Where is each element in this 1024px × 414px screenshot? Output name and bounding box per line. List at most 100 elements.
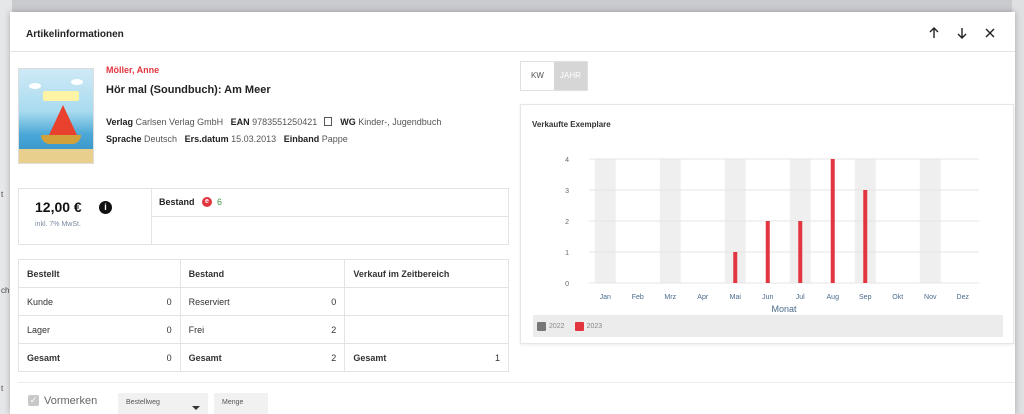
period-toggle: KW JAHR: [520, 61, 588, 91]
wg-label: WG: [340, 117, 356, 127]
table-cell: 0: [154, 315, 181, 344]
bestellweg-label: Bestellweg: [126, 399, 160, 406]
vormerken-checkbox[interactable]: ✓: [28, 395, 39, 406]
table-cell: Gesamt: [344, 343, 481, 372]
article-title: Hör mal (Soundbuch): Am Meer: [106, 84, 271, 96]
x-tick-label: Dez: [957, 294, 970, 301]
table-cell: Kunde: [18, 287, 155, 316]
stock-table: Bestellt Bestand Verkauf im Zeitbereich …: [18, 259, 510, 372]
table-cell: 2: [315, 343, 346, 372]
legend-swatch: [537, 321, 546, 331]
legend-label: 2023: [586, 322, 603, 330]
menge-label: Menge: [222, 399, 244, 406]
menge-field[interactable]: Menge: [214, 393, 268, 414]
table-cell: Reserviert: [179, 287, 316, 316]
table-header-row: Bestellt Bestand Verkauf im Zeitbereich: [18, 259, 509, 288]
background-fragment: t: [1, 384, 4, 393]
ersdatum-value: 15.03.2013: [231, 134, 277, 144]
x-tick-label: Nov: [924, 294, 937, 301]
background-fragment: t: [1, 190, 4, 199]
sales-chart-card: Verkaufte Exemplare 0 1 2 3 4 Jan Feb Mrz Apr Mai…: [520, 104, 1014, 344]
legend-item-2022[interactable]: 2022: [537, 321, 565, 331]
verlag-value: Carlsen Verlag GmbH: [135, 117, 224, 127]
header-bestand: Bestand: [179, 259, 346, 288]
modal-header: Artikelinformationen: [10, 12, 1015, 52]
header-verkauf: Verkauf im Zeitbereich: [344, 259, 509, 288]
author-link[interactable]: Möller, Anne: [106, 65, 159, 75]
bar-2023-Mai: [733, 252, 738, 283]
close-icon[interactable]: [982, 26, 998, 42]
x-axis-label: Monat: [771, 304, 797, 314]
bar-2023-Jun: [765, 221, 770, 283]
table-row-total: Gesamt 0 Gesamt 2 Gesamt 1: [18, 343, 510, 372]
y-tick-label: 4: [565, 157, 569, 164]
vormerken-label: Vormerken: [44, 395, 98, 407]
info-icon[interactable]: i: [99, 201, 112, 214]
sprache-value: Deutsch: [144, 134, 178, 144]
wg-value: Kinder-, Jugendbuch: [358, 117, 442, 127]
header-bestellt: Bestellt: [18, 259, 181, 288]
arrow-up-icon[interactable]: [926, 26, 942, 42]
y-tick-label: 0: [565, 281, 569, 288]
toggle-kw[interactable]: KW: [521, 62, 554, 90]
bar-2023-Jul: [798, 221, 803, 283]
table-cell: 0: [315, 287, 346, 316]
x-tick-label: Mai: [730, 294, 742, 301]
copy-icon[interactable]: [323, 117, 332, 126]
verlag-label: Verlag: [106, 117, 134, 127]
table-row: Lager 0 Frei 2: [18, 315, 510, 344]
book-cover-image: [18, 68, 94, 164]
x-tick-label: Apr: [697, 294, 709, 301]
ean-label: EAN: [230, 117, 250, 127]
chart-legend: 2022 2023: [533, 315, 1003, 337]
chevron-down-icon: [192, 406, 200, 410]
table-cell: Gesamt: [179, 343, 316, 372]
modal-title: Artikelinformationen: [26, 29, 124, 40]
table-cell: 0: [154, 287, 181, 316]
arrow-down-icon[interactable]: [954, 26, 970, 42]
x-tick-label: Sep: [859, 294, 872, 301]
bestand-value: 6: [217, 197, 223, 207]
sales-chart: 0 1 2 3 4 Jan Feb Mrz Apr Mai Jun Jul Aug Sep Okt Nov De…: [565, 157, 979, 314]
reservation-bar: ✓ Vormerken Bestellweg Menge: [18, 382, 1014, 414]
bestellweg-select[interactable]: Bestellweg: [118, 393, 208, 414]
legend-item-2023[interactable]: 2023: [574, 321, 603, 331]
chart-title: Verkaufte Exemplare: [532, 120, 611, 129]
einband-value: Pappe: [321, 134, 348, 144]
y-tick-label: 2: [565, 219, 569, 226]
legend-label: 2022: [549, 322, 565, 330]
price-box: 12,00 € i inkl. 7% MwSt. Bestand e 6: [18, 188, 509, 245]
x-tick-label: Jun: [762, 294, 773, 301]
table-cell: 2: [315, 315, 346, 344]
bar-2023-Sep: [863, 190, 868, 283]
table-cell: Lager: [18, 315, 155, 344]
x-tick-label: Okt: [892, 294, 903, 301]
x-tick-label: Feb: [632, 294, 644, 301]
e-badge-icon: e: [202, 197, 212, 207]
toggle-jahr[interactable]: JAHR: [554, 62, 587, 90]
einband-label: Einband: [283, 134, 320, 144]
ersdatum-label: Ers.datum: [184, 134, 229, 144]
table-row: Kunde 0 Reserviert 0: [18, 287, 510, 316]
bar-2023-Aug: [830, 159, 835, 283]
y-tick-label: 1: [565, 250, 569, 257]
table-cell: 1: [480, 343, 510, 372]
article-info-modal: Artikelinformationen Möller, Anne Hör ma…: [10, 12, 1015, 414]
table-cell: [480, 315, 510, 344]
x-tick-label: Jul: [796, 294, 805, 301]
x-tick-label: Jan: [600, 294, 611, 301]
table-cell: [344, 287, 481, 316]
bestand-label: Bestand: [159, 197, 195, 207]
table-cell: Frei: [179, 315, 316, 344]
x-tick-label: Mrz: [664, 294, 676, 301]
tax-note: inkl. 7% MwSt.: [35, 221, 81, 228]
meta-row-2: Sprache Deutsch Ers.datum 15.03.2013 Ein…: [106, 134, 348, 144]
table-cell: Gesamt: [18, 343, 155, 372]
meta-row-1: Verlag Carlsen Verlag GmbH EAN 978355125…: [106, 116, 441, 127]
background-fragment: ch: [1, 286, 10, 295]
y-tick-label: 3: [565, 188, 569, 195]
table-cell: [480, 287, 510, 316]
table-cell: 0: [154, 343, 181, 372]
sprache-label: Sprache: [106, 134, 142, 144]
ean-value: 9783551250421: [252, 117, 318, 127]
